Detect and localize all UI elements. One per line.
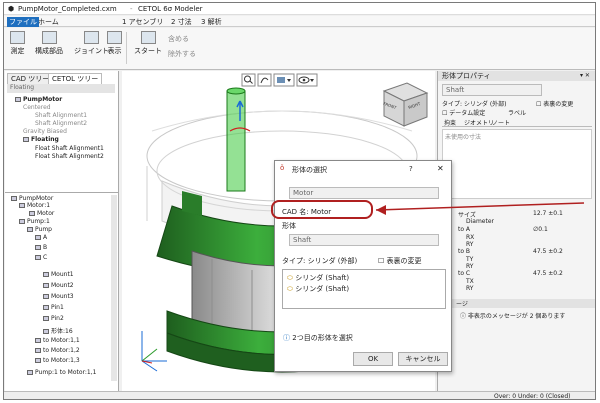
app-window: ⬢ PumpMotor_Completed.cxm - CETOL 6σ Mod… bbox=[3, 2, 596, 400]
callout-overlay bbox=[271, 200, 585, 219]
